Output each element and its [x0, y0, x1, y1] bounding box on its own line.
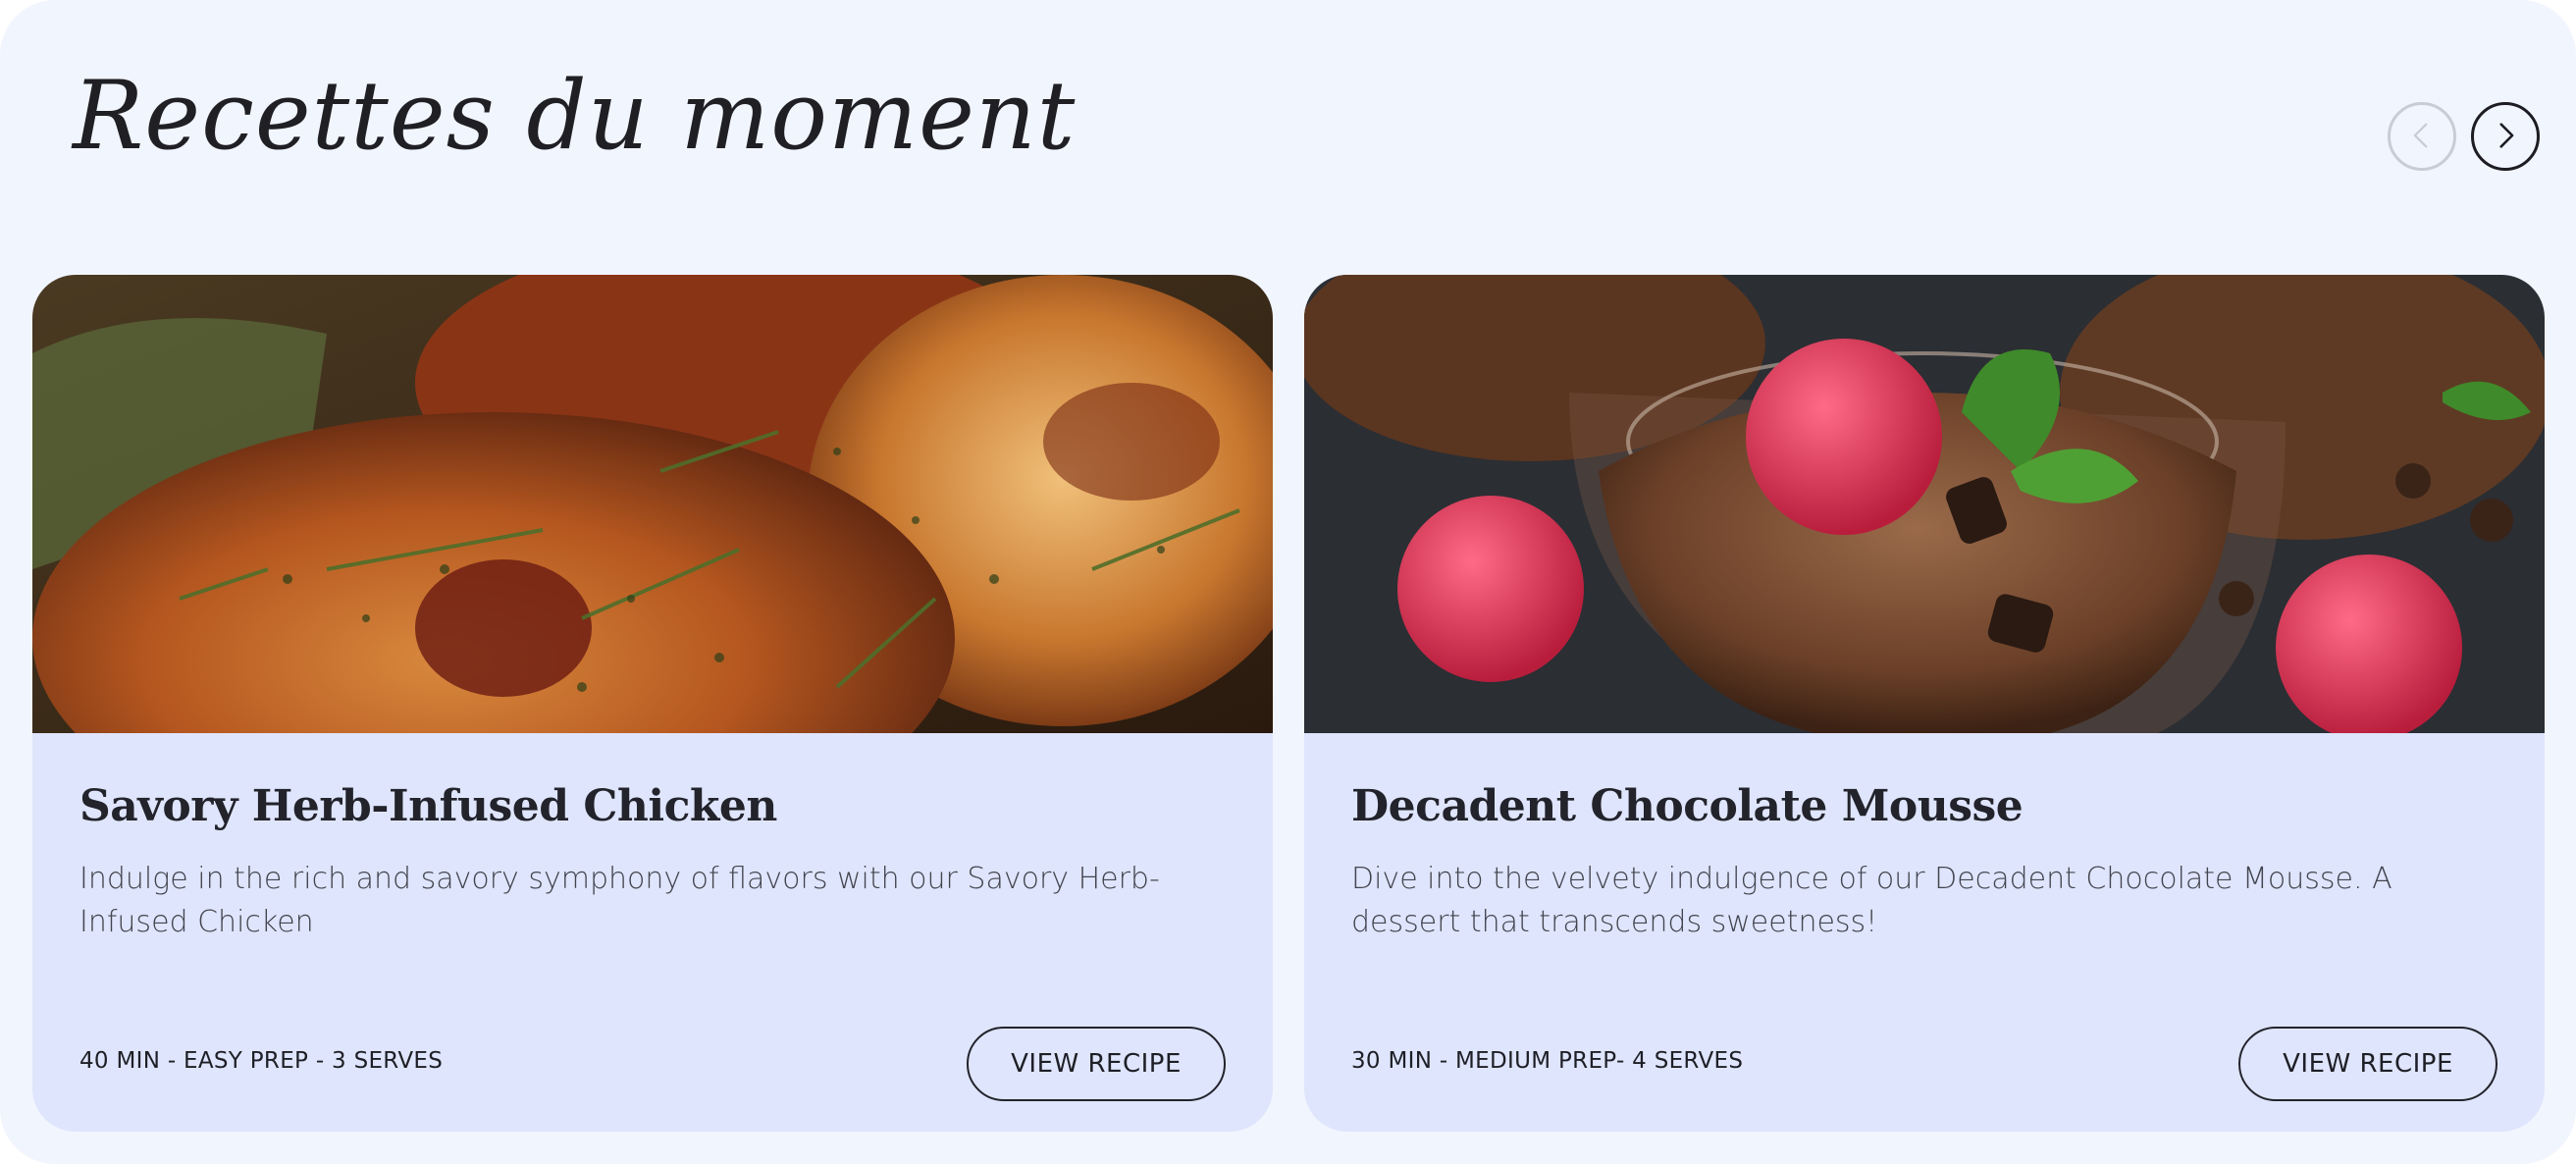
carousel-next-button[interactable]: [2471, 102, 2540, 171]
recipe-meta: 30 MIN - MEDIUM PREP- 4 SERVES: [1351, 1048, 1744, 1074]
recipe-description: Indulge in the rich and savory symphony …: [79, 862, 1160, 939]
carousel-prev-button[interactable]: [2388, 102, 2456, 171]
chevron-left-icon: [2405, 119, 2439, 155]
recipe-image-chicken: [32, 275, 1273, 733]
recipe-card: Savory Herb-Infused Chicken Indulge in t…: [32, 275, 1273, 1132]
recipes-section: Recettes du moment Savory Herb-Infused C…: [0, 0, 2576, 1164]
recipe-image-chocolate-mousse: [1304, 275, 2545, 733]
recipe-meta: 40 MIN - EASY PREP - 3 SERVES: [79, 1048, 444, 1074]
recipe-title: Savory Herb-Infused Chicken: [79, 781, 777, 831]
recipe-description: Dive into the velvety indulgence of our …: [1351, 862, 2392, 939]
section-title: Recettes du moment: [73, 61, 1077, 171]
recipe-title: Decadent Chocolate Mousse: [1351, 781, 2024, 831]
view-recipe-button[interactable]: VIEW RECIPE: [2238, 1027, 2497, 1101]
recipe-card: Decadent Chocolate Mousse Dive into the …: [1304, 275, 2545, 1132]
chevron-right-icon: [2489, 119, 2522, 155]
view-recipe-button[interactable]: VIEW RECIPE: [967, 1027, 1226, 1101]
